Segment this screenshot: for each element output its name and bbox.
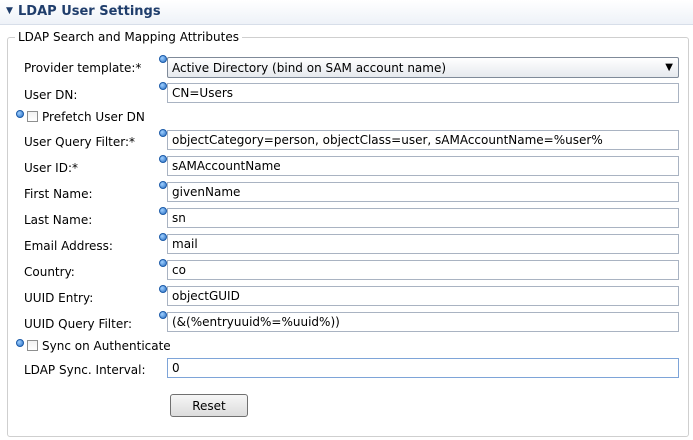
uuid-entry-label: UUID Entry: [24, 291, 94, 305]
provider-template-label: Provider template:* [24, 61, 142, 75]
email-address-input[interactable] [167, 234, 679, 254]
last-name-input[interactable] [167, 208, 679, 228]
provider-template-select[interactable]: Active Directory (bind on SAM account na… [167, 57, 679, 78]
info-icon [159, 82, 167, 90]
section-header[interactable]: ▼ LDAP User Settings [0, 0, 693, 25]
email-address-label: Email Address: [24, 239, 113, 253]
sync-on-authenticate-checkbox[interactable] [27, 340, 38, 351]
info-icon [159, 311, 167, 319]
user-dn-label: User DN: [24, 88, 78, 102]
info-icon [16, 339, 24, 347]
ldap-sync-interval-input[interactable] [167, 358, 679, 378]
info-icon [159, 285, 167, 293]
uuid-query-filter-label: UUID Query Filter: [24, 317, 132, 331]
info-icon [159, 259, 167, 267]
user-id-input[interactable] [167, 156, 679, 176]
user-query-filter-input[interactable] [167, 130, 679, 150]
sync-on-authenticate-label[interactable]: Sync on Authenticate [42, 339, 171, 353]
group-title: LDAP Search and Mapping Attributes [15, 30, 242, 44]
user-id-label: User ID:* [24, 161, 78, 175]
reset-button[interactable]: Reset [170, 394, 248, 417]
section-title: LDAP User Settings [18, 4, 161, 19]
country-label: Country: [24, 265, 75, 279]
prefetch-user-dn-checkbox[interactable] [27, 111, 38, 122]
info-icon [159, 233, 167, 241]
user-dn-input[interactable] [167, 83, 679, 103]
uuid-query-filter-input[interactable] [167, 312, 679, 332]
last-name-label: Last Name: [24, 213, 93, 227]
info-icon [159, 207, 167, 215]
ldap-sync-interval-label: LDAP Sync. Interval: [24, 363, 146, 377]
prefetch-user-dn-label[interactable]: Prefetch User DN [42, 110, 145, 124]
uuid-entry-input[interactable] [167, 286, 679, 306]
info-icon [159, 55, 167, 63]
info-icon [159, 181, 167, 189]
info-icon [159, 129, 167, 137]
dropdown-arrow-icon[interactable]: ▼ [665, 62, 673, 73]
country-input[interactable] [167, 260, 679, 280]
collapse-arrow-icon[interactable]: ▼ [6, 6, 13, 16]
user-query-filter-label: User Query Filter:* [24, 135, 135, 149]
info-icon [16, 110, 24, 118]
provider-template-value: Active Directory (bind on SAM account na… [172, 61, 447, 75]
info-icon [159, 155, 167, 163]
first-name-input[interactable] [167, 182, 679, 202]
first-name-label: First Name: [24, 187, 93, 201]
